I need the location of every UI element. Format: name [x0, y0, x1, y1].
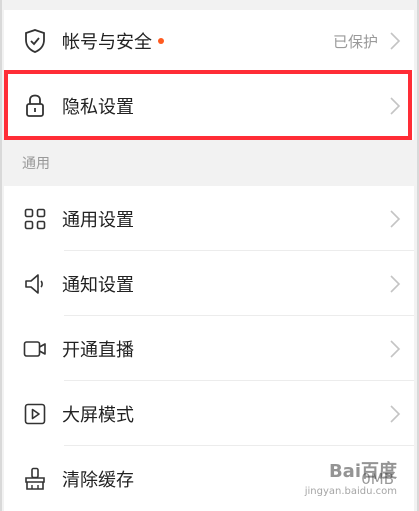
speaker-icon: [22, 271, 48, 297]
chevron-right-icon: [390, 209, 401, 228]
video-camera-icon: [22, 336, 48, 362]
privacy-settings-row[interactable]: 隐私设置: [4, 72, 414, 140]
general-settings-row[interactable]: 通用设置: [4, 186, 414, 251]
notification-settings-label: 通知设置: [62, 274, 134, 296]
chevron-right-icon: [390, 274, 401, 293]
brush-icon: [22, 466, 48, 492]
privacy-settings-label: 隐私设置: [62, 97, 134, 118]
live-stream-label: 开通直播: [62, 339, 134, 361]
section-header-general: 通用: [4, 142, 414, 186]
large-screen-label: 大屏模式: [62, 404, 134, 426]
baidu-jingyan-watermark: Bai百度 jingyan.baidu.com: [277, 453, 397, 497]
play-box-icon: [22, 401, 48, 427]
watermark-url: jingyan.baidu.com: [304, 486, 397, 497]
clear-cache-label: 清除缓存: [62, 469, 134, 491]
chevron-right-icon: [390, 97, 401, 115]
general-settings-label: 通用设置: [62, 209, 134, 231]
live-stream-row[interactable]: 开通直播: [4, 316, 414, 381]
account-security-row[interactable]: 帐号与安全 已保护: [4, 10, 414, 72]
notification-dot: [158, 38, 164, 44]
chevron-right-icon: [390, 404, 401, 423]
account-security-status: 已保护: [332, 32, 378, 51]
chevron-right-icon: [390, 339, 401, 358]
large-screen-row[interactable]: 大屏模式: [4, 381, 414, 446]
notification-settings-row[interactable]: 通知设置: [4, 251, 414, 316]
left-edge: [0, 0, 2, 511]
chevron-right-icon: [390, 32, 401, 50]
shield-check-icon: [22, 28, 48, 54]
grid-icon: [22, 206, 48, 232]
watermark-brand: Bai百度: [328, 461, 397, 482]
account-security-label: 帐号与安全: [62, 28, 164, 54]
lock-icon: [22, 93, 48, 119]
